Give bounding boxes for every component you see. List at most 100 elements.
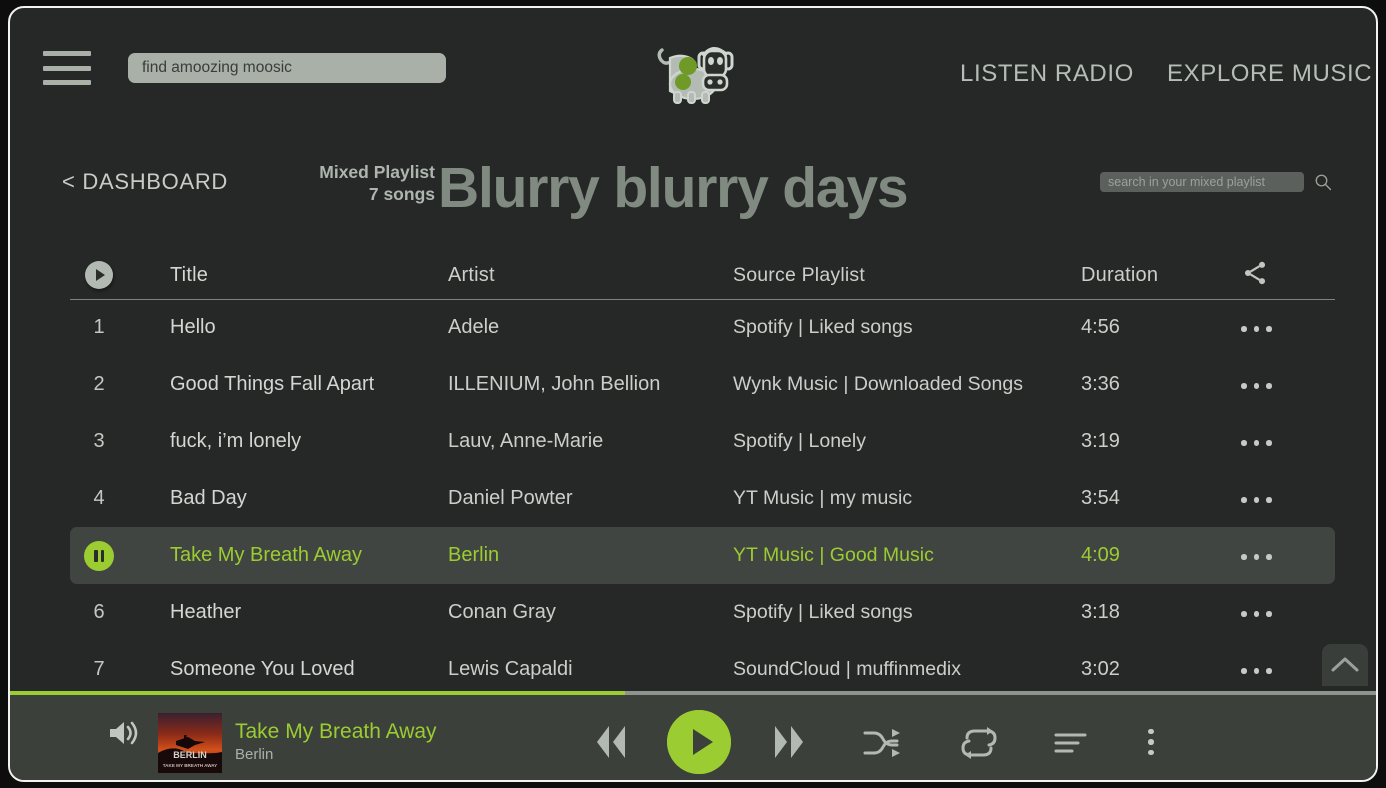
more-vertical-icon[interactable] [1130, 720, 1172, 764]
row-artist: Adele [448, 316, 500, 338]
row-title: Heather [170, 601, 242, 623]
row-artist: Lewis Capaldi [448, 658, 573, 680]
table-row[interactable]: 3 fuck, i’m lonely Lauv, Anne-Marie Spot… [70, 413, 1335, 470]
now-playing-artist: Berlin [235, 746, 274, 763]
cow-with-headphones-logo[interactable] [648, 34, 758, 110]
search-icon[interactable] [1314, 173, 1332, 191]
row-source: SoundCloud | muffinmedix [733, 658, 962, 680]
row-more-cell [1226, 661, 1306, 679]
more-horizontal-icon[interactable] [1241, 376, 1279, 394]
playlist-kind-label: Mixed Playlist [319, 162, 435, 182]
scroll-to-top-button[interactable] [1322, 644, 1368, 686]
table-header-divider [70, 299, 1335, 300]
row-duration: 3:18 [1081, 601, 1120, 623]
hamburger-line [43, 80, 91, 85]
now-playing-title: Take My Breath Away [235, 720, 437, 743]
fast-forward-icon[interactable] [761, 720, 819, 764]
row-title: Good Things Fall Apart [170, 373, 375, 395]
table-row[interactable]: 1 Hello Adele Spotify | Liked songs 4:56 [70, 299, 1335, 356]
hamburger-line [43, 65, 91, 71]
row-index: 4 [93, 487, 105, 509]
progress-bar-fill [10, 691, 625, 695]
menu-dot [1148, 728, 1154, 735]
column-header-source[interactable]: Source Playlist [733, 264, 1081, 287]
row-more-cell [1226, 376, 1306, 394]
more-horizontal-icon[interactable] [1241, 433, 1279, 451]
table-row[interactable]: 4 Bad Day Daniel Powter YT Music | my mu… [70, 470, 1335, 527]
row-duration: 4:56 [1081, 316, 1120, 338]
nav-explore-music[interactable]: EXPLORE MUSIC [1167, 60, 1372, 88]
row-index: 3 [93, 430, 105, 452]
row-artist: Daniel Powter [448, 487, 573, 509]
row-artist: Conan Gray [448, 601, 556, 623]
playlist-search [1100, 172, 1332, 192]
more-horizontal-icon[interactable] [1241, 661, 1279, 679]
album-art-subtitle: TAKE MY BREATH AWAY [163, 763, 218, 768]
player-bar: BERLIN TAKE MY BREATH AWAY Take My Breat… [10, 691, 1376, 780]
play-icon[interactable] [85, 261, 113, 289]
row-playing-indicator [70, 540, 128, 571]
global-search-input[interactable] [128, 53, 446, 83]
more-horizontal-icon[interactable] [1241, 604, 1279, 622]
row-title: fuck, i’m lonely [170, 430, 302, 452]
row-source: YT Music | my music [733, 487, 913, 509]
row-artist: Lauv, Anne-Marie [448, 430, 604, 452]
column-header-artist[interactable]: Artist [448, 264, 733, 287]
column-header-title[interactable]: Title [128, 264, 448, 287]
row-source: Spotify | Lonely [733, 430, 866, 452]
back-to-dashboard-link[interactable]: < DASHBOARD [62, 169, 228, 195]
play-button[interactable] [667, 710, 731, 774]
row-duration: 3:54 [1081, 487, 1120, 509]
progress-bar[interactable] [10, 691, 1376, 695]
row-more-cell [1226, 547, 1306, 565]
album-art-title: BERLIN [173, 750, 207, 760]
shuffle-icon[interactable] [855, 722, 907, 764]
pause-bar [100, 549, 104, 562]
row-duration: 3:02 [1081, 658, 1120, 680]
chevron-up-icon [1331, 657, 1359, 672]
row-artist: ILLENIUM, John Bellion [448, 373, 661, 395]
page-title: Blurry blurry days [438, 156, 909, 220]
table-row[interactable]: 2 Good Things Fall Apart ILLENIUM, John … [70, 356, 1335, 413]
table-header-row: Title Artist Source Playlist Duration [70, 251, 1335, 299]
play-all-cell [70, 261, 128, 289]
menu-dot [1148, 739, 1154, 745]
column-header-duration[interactable]: Duration [1081, 264, 1226, 287]
row-title: Bad Day [170, 487, 247, 509]
share-icon[interactable] [1241, 259, 1269, 287]
queue-list-icon[interactable] [1045, 722, 1097, 764]
row-duration: 3:19 [1081, 430, 1120, 452]
playlist-search-input[interactable] [1100, 172, 1304, 192]
table-row[interactable]: 7 Someone You Loved Lewis Capaldi SoundC… [70, 641, 1335, 698]
play-triangle [96, 269, 105, 281]
hamburger-icon[interactable] [43, 51, 91, 85]
app-window: LISTEN RADIO EXPLORE MUSIC < DASHBOARD M… [8, 6, 1378, 782]
row-title: Someone You Loved [170, 658, 355, 680]
share-cell [1226, 259, 1306, 292]
more-horizontal-icon[interactable] [1241, 547, 1279, 565]
row-more-cell [1226, 319, 1306, 337]
row-more-cell [1226, 490, 1306, 508]
row-more-cell [1226, 433, 1306, 451]
row-artist: Berlin [448, 544, 500, 566]
row-source: YT Music | Good Music [733, 544, 934, 566]
pause-icon[interactable] [84, 540, 114, 571]
rewind-icon[interactable] [581, 720, 639, 764]
playlist-song-count: 7 songs [368, 184, 435, 205]
table-row[interactable]: 6 Heather Conan Gray Spotify | Liked son… [70, 584, 1335, 641]
row-more-cell [1226, 604, 1306, 622]
table-row-playing[interactable]: Take My Breath Away Berlin YT Music | Go… [70, 527, 1335, 584]
hamburger-line [43, 51, 91, 56]
volume-icon[interactable] [107, 718, 139, 748]
top-header: LISTEN RADIO EXPLORE MUSIC [10, 8, 1376, 123]
row-source: Spotify | Liked songs [733, 601, 913, 623]
nav-listen-radio[interactable]: LISTEN RADIO [960, 60, 1134, 88]
more-horizontal-icon[interactable] [1241, 490, 1279, 508]
album-art[interactable]: BERLIN TAKE MY BREATH AWAY [158, 713, 222, 773]
row-index: 6 [93, 601, 105, 623]
more-horizontal-icon[interactable] [1241, 319, 1279, 337]
row-source: Spotify | Liked songs [733, 316, 913, 338]
repeat-icon[interactable] [953, 722, 1005, 764]
row-title: Take My Breath Away [170, 544, 362, 566]
playlist-meta: Mixed Playlist 7 songs [230, 161, 435, 206]
